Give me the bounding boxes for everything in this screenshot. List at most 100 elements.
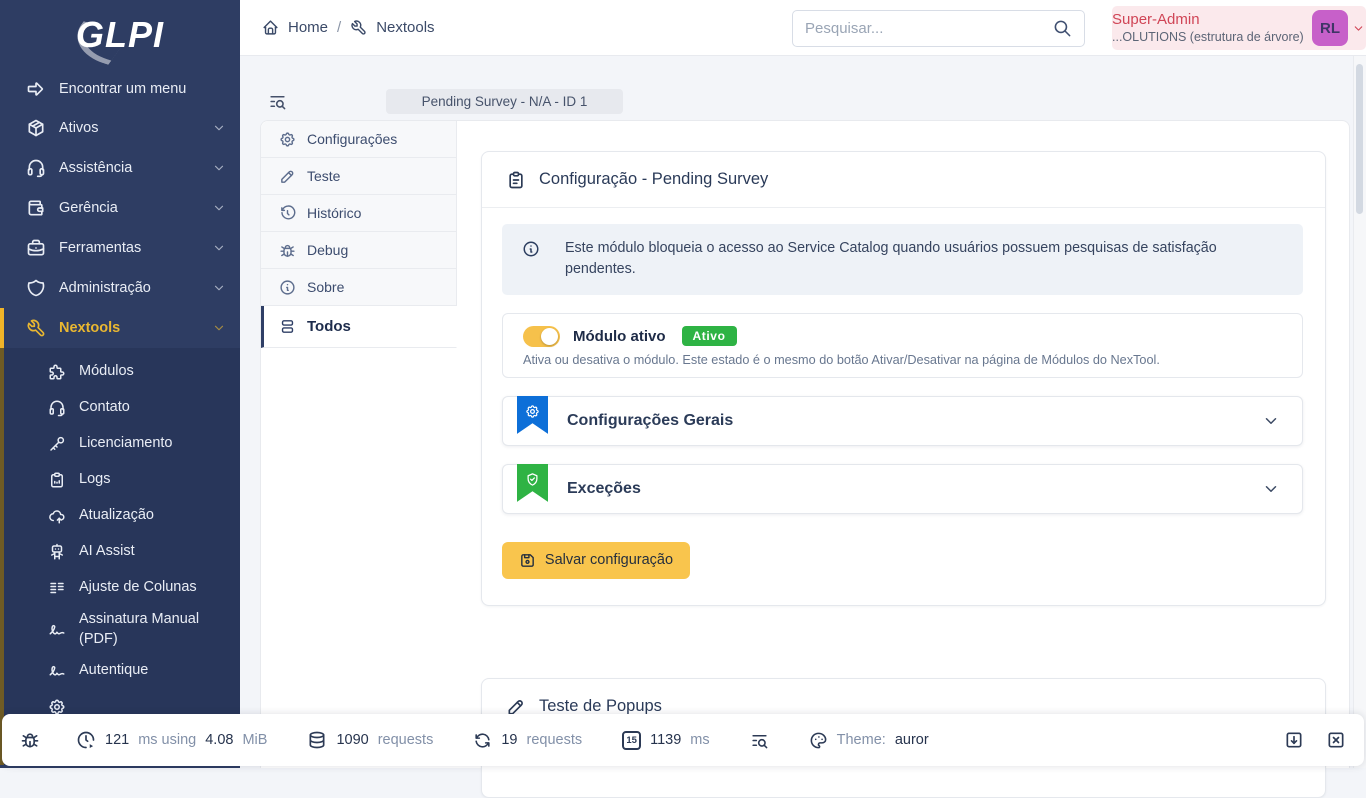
- list-search-icon[interactable]: [268, 92, 287, 111]
- debug-toolbar-actions: [1284, 730, 1346, 750]
- history-icon: [279, 205, 296, 222]
- tab-debug[interactable]: Debug: [261, 232, 457, 269]
- accordion-configuracoes-gerais[interactable]: Configurações Gerais: [502, 396, 1303, 446]
- memory-unit: MiB: [242, 732, 267, 748]
- tab-teste[interactable]: Teste: [261, 158, 457, 195]
- tab-sobre[interactable]: Sobre: [261, 269, 457, 306]
- topbar: Home / Nextools Super-Admin ...OLUTIONS …: [240, 0, 1366, 56]
- search-input[interactable]: [805, 20, 1053, 37]
- sidebar-item-ferramentas[interactable]: Ferramentas: [0, 228, 240, 268]
- load-time-segment[interactable]: 15 1139 ms: [622, 731, 710, 750]
- sidebar-subitem-autentique[interactable]: Autentique: [4, 653, 240, 689]
- chevron-down-icon: [212, 321, 226, 335]
- close-icon[interactable]: [1326, 730, 1346, 750]
- gear-icon: [279, 131, 296, 148]
- sidebar-subitem-ajuste-colunas[interactable]: Ajuste de Colunas: [4, 570, 240, 606]
- breadcrumb-current[interactable]: Nextools: [376, 19, 434, 36]
- global-search: [792, 10, 1085, 47]
- chevron-down-icon: [1352, 22, 1365, 35]
- avatar[interactable]: RL: [1312, 10, 1348, 46]
- tab-todos[interactable]: Todos: [261, 306, 457, 348]
- sidebar-subitem-label: AI Assist: [79, 542, 135, 562]
- wrench-icon: [350, 19, 367, 36]
- refresh-icon: [473, 731, 492, 750]
- sidebar-subitem-label: Logs: [79, 470, 110, 490]
- clock-icon: [76, 730, 96, 750]
- wallet-icon: [26, 198, 46, 218]
- object-tab[interactable]: Pending Survey - N/A - ID 1: [386, 89, 623, 114]
- user-menu[interactable]: Super-Admin ...OLUTIONS (estrutura de ár…: [1112, 6, 1366, 50]
- sidebar-subitem-modulos[interactable]: Módulos: [4, 354, 240, 390]
- find-menu-label: Encontrar um menu: [59, 81, 186, 97]
- status-badge: Ativo: [682, 326, 737, 346]
- ajax-count: 19: [501, 732, 517, 748]
- sidebar-subitem-contato[interactable]: Contato: [4, 390, 240, 426]
- search-icon[interactable]: [1053, 19, 1072, 38]
- sidebar-subitem-label: Licenciamento: [79, 434, 173, 454]
- bookmark-gear-icon: [517, 396, 548, 434]
- sidebar-item-administracao[interactable]: Administração: [0, 268, 240, 308]
- sidebar-item-label: Ferramentas: [59, 240, 141, 256]
- sidebar-subitem-assinatura-manual[interactable]: Assinatura Manual (PDF): [4, 606, 240, 653]
- chevron-down-icon: [212, 281, 226, 295]
- scrollbar-thumb[interactable]: [1356, 64, 1363, 214]
- sidebar-subitem-label: Ajuste de Colunas: [79, 578, 197, 598]
- page-scrollbar[interactable]: [1353, 56, 1366, 768]
- chevron-down-icon: [212, 161, 226, 175]
- signature-icon: [48, 621, 66, 639]
- exec-time-segment[interactable]: 121 ms using 4.08 MiB: [76, 730, 267, 750]
- tab-label: Teste: [307, 168, 340, 184]
- tab-label: Sobre: [307, 279, 344, 295]
- sql-unit: requests: [378, 732, 434, 748]
- tab-configuracoes[interactable]: Configurações: [261, 121, 457, 158]
- tab-label: Debug: [307, 242, 348, 258]
- sql-requests-segment[interactable]: 1090 requests: [307, 730, 433, 750]
- module-active-box: Módulo ativo Ativo Ativa ou desativa o m…: [502, 313, 1303, 378]
- cloud-up-icon: [48, 507, 66, 525]
- sidebar-item-nextools[interactable]: Nextools: [0, 308, 240, 348]
- info-alert: Este módulo bloqueia o acesso ao Service…: [502, 224, 1303, 295]
- tab-label: Configurações: [307, 131, 397, 147]
- sidebar-item-ativos[interactable]: Ativos: [0, 108, 240, 148]
- ajax-requests-segment[interactable]: 19 requests: [473, 731, 582, 750]
- sidebar-subitem-logs[interactable]: Logs: [4, 462, 240, 498]
- module-active-toggle[interactable]: [523, 326, 560, 347]
- tab-historico[interactable]: Histórico: [261, 195, 457, 232]
- sidebar-item-find-menu[interactable]: Encontrar um menu: [0, 70, 240, 108]
- module-active-description: Ativa ou desativa o módulo. Este estado …: [523, 353, 1282, 367]
- breadcrumb-home[interactable]: Home: [288, 19, 328, 36]
- columns-icon: [48, 579, 66, 597]
- sidebar-item-gerencia[interactable]: Gerência: [0, 188, 240, 228]
- debug-toolbar: 121 ms using 4.08 MiB 1090 requests 19 r…: [2, 714, 1364, 766]
- floppy-icon: [519, 552, 536, 569]
- info-icon: [522, 240, 540, 258]
- config-card-header: Configuração - Pending Survey: [482, 152, 1325, 208]
- download-icon[interactable]: [1284, 730, 1304, 750]
- tab-label: Histórico: [307, 205, 361, 221]
- clipboard-chart-icon: [48, 471, 66, 489]
- headset-icon: [48, 399, 66, 417]
- sidebar-subitem-licenciamento[interactable]: Licenciamento: [4, 426, 240, 462]
- search-log-segment[interactable]: [750, 731, 769, 750]
- timer-icon: 15: [622, 731, 641, 750]
- key-icon: [48, 435, 66, 453]
- user-profile: Super-Admin: [1112, 11, 1302, 30]
- sidebar: GLPI Encontrar um menu Ativos Assistênci…: [0, 0, 240, 768]
- bug-icon[interactable]: [20, 730, 40, 750]
- accordion-excecoes[interactable]: Exceções: [502, 464, 1303, 514]
- content-toolbar: Pending Survey - N/A - ID 1: [240, 56, 1366, 120]
- chevron-down-icon: [212, 201, 226, 215]
- sidebar-item-label: Nextools: [59, 320, 120, 336]
- config-card-title: Configuração - Pending Survey: [539, 170, 768, 189]
- theme-segment[interactable]: Theme: auror: [809, 731, 929, 750]
- glpi-logo[interactable]: GLPI: [0, 0, 240, 70]
- nextools-submenu: Módulos Contato Licenciamento Logs Atual…: [0, 348, 240, 765]
- sidebar-subitem-atualizacao[interactable]: Atualização: [4, 498, 240, 534]
- sidebar-item-assistencia[interactable]: Assistência: [0, 148, 240, 188]
- exec-time-value: 121: [105, 732, 129, 748]
- ajax-unit: requests: [526, 732, 582, 748]
- info-alert-text: Este módulo bloqueia o acesso ao Service…: [565, 238, 1283, 281]
- sidebar-subitem-ai-assist[interactable]: AI Assist: [4, 534, 240, 570]
- save-button[interactable]: Salvar configuração: [502, 542, 690, 579]
- sidebar-item-label: Gerência: [59, 200, 118, 216]
